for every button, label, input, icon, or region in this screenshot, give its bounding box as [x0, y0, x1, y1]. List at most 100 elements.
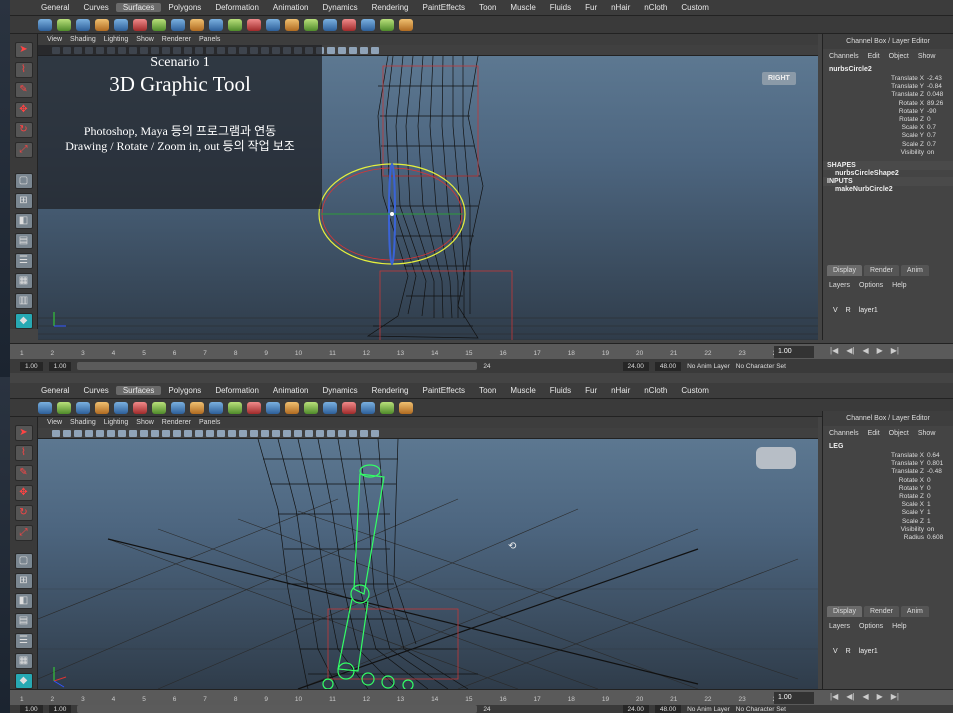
layer-menu-item[interactable]: Options: [859, 282, 883, 289]
shelf-tab[interactable]: Fur: [578, 3, 604, 12]
play-back-icon[interactable]: ◀: [862, 692, 868, 701]
shelf-tool-icon[interactable]: [285, 401, 299, 414]
viewport-tool-icon[interactable]: [283, 429, 291, 437]
viewport-tool-icon[interactable]: [217, 429, 225, 437]
lasso-tool-icon[interactable]: ⌇: [14, 445, 33, 461]
view-cube[interactable]: [756, 447, 796, 469]
attribute-row[interactable]: Translate X -2.43: [823, 75, 953, 83]
character-set-select[interactable]: No Character Set: [736, 363, 786, 370]
shelf-tab[interactable]: Dynamics: [315, 3, 364, 12]
shelf-tool-icon[interactable]: [304, 18, 318, 31]
layer-render-toggle[interactable]: R: [846, 307, 851, 314]
shelf-tab[interactable]: PaintEffects: [416, 3, 473, 12]
shelf-tab[interactable]: Animation: [266, 386, 316, 395]
shelf-tab[interactable]: Custom: [674, 386, 716, 395]
attribute-value[interactable]: -0.48: [927, 468, 951, 476]
attribute-value[interactable]: 1: [927, 501, 951, 509]
shelf-tool-icon[interactable]: [247, 401, 261, 414]
viewport-tool-icon[interactable]: [305, 429, 313, 437]
layer-visible-toggle[interactable]: V: [833, 307, 838, 314]
playback-start-field[interactable]: 1.00: [48, 704, 72, 713]
channel-menu-item[interactable]: Edit: [868, 53, 880, 60]
shelf-tool-icon[interactable]: [380, 18, 394, 31]
layer-name[interactable]: layer1: [859, 648, 878, 655]
attribute-row[interactable]: Radius 0.608: [823, 534, 953, 542]
shelf-tab[interactable]: Polygons: [161, 386, 208, 395]
shelf-tab[interactable]: Curves: [76, 3, 115, 12]
view-cube[interactable]: RIGHT: [762, 72, 796, 85]
time-slider[interactable]: 123456789101112131415161718192021222324 …: [10, 689, 953, 705]
viewport-menu-item[interactable]: Renderer: [162, 419, 191, 426]
attribute-value[interactable]: 89.26: [927, 100, 951, 108]
step-back-icon[interactable]: ◀|: [846, 346, 854, 355]
play-icon[interactable]: ▶: [877, 692, 883, 701]
viewport-tool-icon[interactable]: [371, 429, 379, 437]
end-time-field[interactable]: 24.00: [622, 704, 649, 713]
shelf-tool-icon[interactable]: [399, 18, 413, 31]
shelf-tab[interactable]: General: [34, 3, 76, 12]
playback-start-field[interactable]: 1.00: [48, 361, 72, 371]
start-time-field[interactable]: 1.00: [20, 704, 43, 713]
rotate-tool-icon[interactable]: ↻: [14, 505, 33, 521]
shelf-tab[interactable]: Surfaces: [115, 386, 162, 395]
attribute-value[interactable]: 0.64: [927, 452, 951, 460]
paint-tool-icon[interactable]: ✎: [14, 465, 33, 481]
shelf-tool-icon[interactable]: [342, 401, 356, 414]
attribute-row[interactable]: Scale X 0.7: [823, 124, 953, 132]
shelf-tab[interactable]: nHair: [604, 3, 637, 12]
attribute-row[interactable]: Visibility on: [823, 526, 953, 534]
layer-visible-toggle[interactable]: V: [833, 648, 838, 655]
viewport-tool-icon[interactable]: [294, 429, 302, 437]
channel-menu-item[interactable]: Edit: [868, 430, 880, 437]
layout-single-icon[interactable]: ▢: [14, 173, 33, 189]
start-time-field[interactable]: 1.00: [20, 361, 43, 371]
layout-graph-icon[interactable]: ▤: [14, 233, 33, 249]
channel-menu-item[interactable]: Channels: [829, 430, 859, 437]
viewport-menu-item[interactable]: Lighting: [104, 419, 129, 426]
play-icon[interactable]: ▶: [877, 346, 883, 355]
move-tool-icon[interactable]: ✥: [14, 102, 33, 118]
viewport-tool-icon[interactable]: [228, 429, 236, 437]
viewport-tool-icon[interactable]: [129, 429, 137, 437]
attribute-value[interactable]: 0.048: [927, 91, 951, 99]
shelf-tool-icon[interactable]: [342, 18, 356, 31]
shelf-tool-icon[interactable]: [57, 18, 71, 31]
layer-row[interactable]: V R layer1: [823, 644, 953, 659]
attribute-row[interactable]: Translate Y 0.801: [823, 460, 953, 468]
step-forward-icon[interactable]: ▶|: [891, 346, 899, 355]
layout-outliner-icon[interactable]: ☰: [14, 253, 33, 269]
shelf-tool-icon[interactable]: [133, 401, 147, 414]
shelf-tab[interactable]: nCloth: [637, 3, 674, 12]
layer-tab[interactable]: Display: [827, 606, 862, 618]
shelf-tool-icon[interactable]: [38, 18, 52, 31]
shelf-tool-icon[interactable]: [76, 18, 90, 31]
layer-tab[interactable]: Anim: [900, 606, 929, 618]
shelf-tab[interactable]: Fluids: [543, 3, 578, 12]
viewport-tool-icon[interactable]: [316, 429, 324, 437]
go-start-icon[interactable]: |◀: [830, 692, 838, 701]
viewport-menu-item[interactable]: Panels: [199, 36, 220, 43]
layer-name[interactable]: layer1: [859, 307, 878, 314]
attribute-value[interactable]: 0.7: [927, 124, 951, 132]
attribute-row[interactable]: Rotate Y -90: [823, 108, 953, 116]
select-tool-icon[interactable]: ➤: [14, 425, 33, 441]
layout-side-icon[interactable]: ◧: [14, 213, 33, 229]
viewport-tool-icon[interactable]: [360, 429, 368, 437]
shelf-tool-icon[interactable]: [152, 401, 166, 414]
viewport-tool-icon[interactable]: [184, 429, 192, 437]
move-tool-icon[interactable]: ✥: [14, 485, 33, 501]
lasso-tool-icon[interactable]: ⌇: [14, 62, 33, 78]
viewport-tool-icon[interactable]: [96, 429, 104, 437]
viewport-tool-icon[interactable]: [349, 46, 357, 54]
viewport-tool-icon[interactable]: [118, 429, 126, 437]
viewport-tool-icon[interactable]: [74, 429, 82, 437]
attribute-value[interactable]: 1: [927, 509, 951, 517]
shelf-tab[interactable]: Muscle: [503, 386, 542, 395]
layer-tab[interactable]: Render: [863, 606, 899, 618]
shelf-tool-icon[interactable]: [361, 18, 375, 31]
shelf-tab[interactable]: Curves: [76, 386, 115, 395]
shelf-tool-icon[interactable]: [266, 401, 280, 414]
viewport-tool-icon[interactable]: [261, 429, 269, 437]
viewport-tool-icon[interactable]: [338, 46, 346, 54]
viewport-tool-icon[interactable]: [85, 429, 93, 437]
